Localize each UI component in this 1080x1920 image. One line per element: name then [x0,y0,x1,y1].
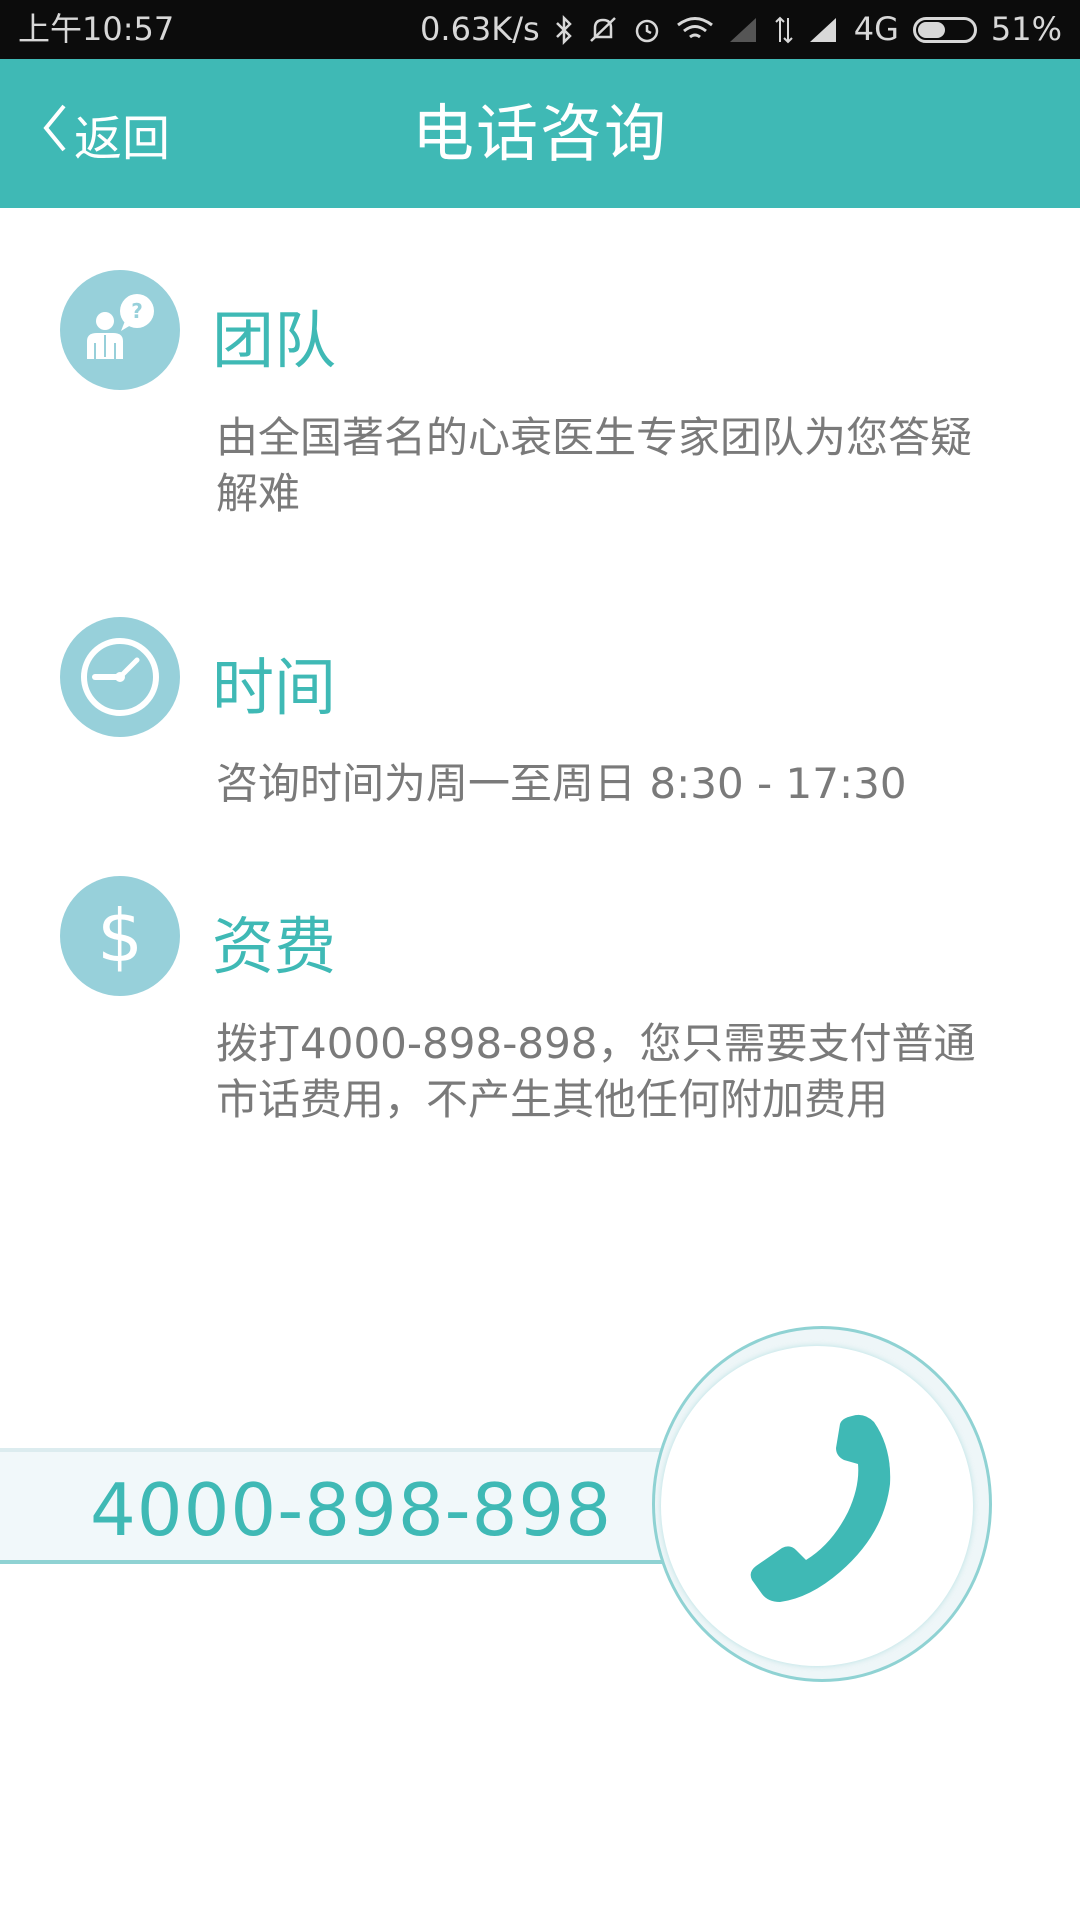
svg-text:?: ? [131,299,143,323]
team-title: 团队 [212,304,337,377]
page-title: 电话咨询 [411,97,668,170]
signal-sim2-icon [808,14,840,46]
wifi-icon [676,14,714,46]
team-desc: 由全国著名的心衰医生专家团队为您答疑解难 [216,413,973,518]
mute-bell-icon [588,14,618,46]
signal-sim1-icon [728,14,760,46]
clock-icon [60,617,180,737]
bluetooth-icon [554,14,574,46]
screen: 上午10:57 0.63K/s 4G 51% 返回 电话咨询 ? 团队 由全国著… [0,0,1080,1920]
network-type: 4G [853,10,899,48]
status-icons: 0.63K/s 4G 51% [420,0,1062,59]
time-title: 时间 [212,651,337,724]
fee-desc: 拨打4000-898-898，您只需要支付普通市话费用，不产生其他任何附加费用 [216,1019,976,1124]
dollar-icon: $ [60,876,180,996]
network-speed: 0.63K/s [420,10,540,48]
status-time: 上午10:57 [18,10,175,48]
battery-fill [917,21,946,38]
alarm-icon [632,14,662,46]
call-number[interactable]: 4000-898-898 [90,1468,612,1552]
call-button[interactable] [661,1346,973,1666]
status-bar: 上午10:57 0.63K/s 4G 51% [0,0,1080,59]
svg-text:$: $ [97,894,143,978]
data-arrows-icon [774,14,794,46]
battery-percent: 51% [990,10,1062,48]
doctor-question-icon: ? [60,270,180,390]
battery-icon [912,16,977,43]
time-desc: 咨询时间为周一至周日 8:30 - 17:30 [216,759,907,808]
phone-icon [732,1404,902,1608]
fee-title: 资费 [212,910,337,983]
app-header: 返回 电话咨询 [0,59,1080,208]
